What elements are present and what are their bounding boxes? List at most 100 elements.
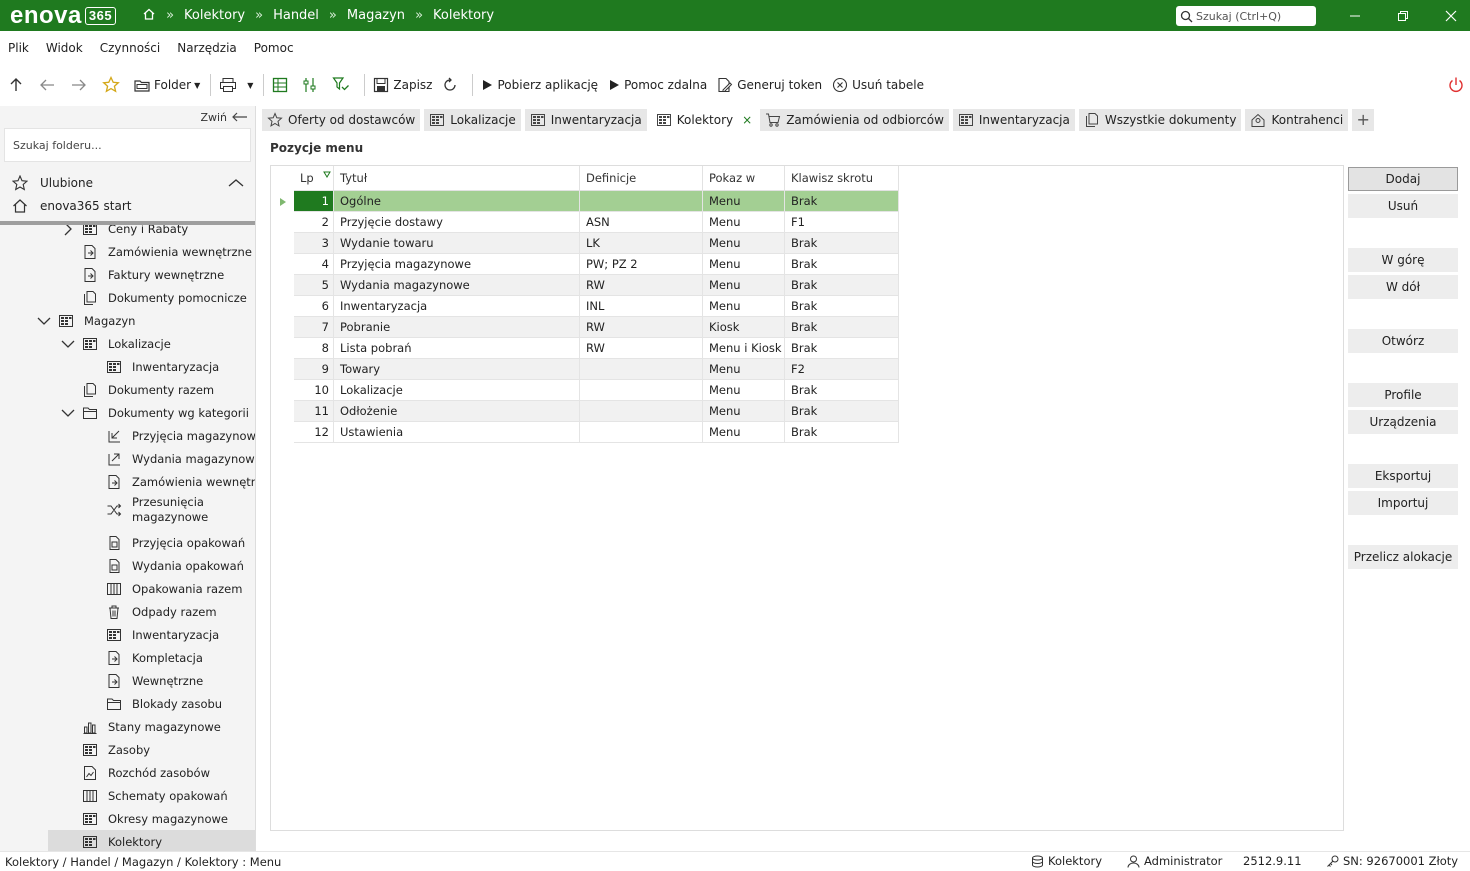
chevron-up-icon[interactable] <box>228 178 244 188</box>
up-button[interactable] <box>8 72 28 98</box>
table-cell-show[interactable]: Menu <box>703 380 785 401</box>
column-header[interactable]: Lp <box>294 166 334 191</box>
menu-file[interactable]: Plik <box>8 41 29 55</box>
column-header[interactable]: Klawisz skrotu <box>785 166 899 191</box>
sidebar-item[interactable]: Wydania magazynowe <box>84 447 255 470</box>
recalc-allocations-button[interactable]: Przelicz alokacje <box>1348 545 1458 569</box>
table-cell-show[interactable]: Kiosk <box>703 317 785 338</box>
table-cell-def[interactable]: RW <box>580 275 703 296</box>
table-cell-lp[interactable]: 3 <box>294 233 334 254</box>
sidebar-item[interactable]: Dokumenty pomocnicze <box>60 286 247 309</box>
table-cell-lp[interactable]: 2 <box>294 212 334 233</box>
status-user[interactable]: Administrator <box>1127 854 1222 868</box>
favorite-button[interactable] <box>102 72 124 98</box>
move-down-button[interactable]: W dół <box>1348 275 1458 299</box>
app-logo[interactable]: enova 365 <box>10 2 117 30</box>
chevron-down-icon[interactable] <box>36 316 52 326</box>
sidebar-item[interactable]: Przyjęcia magazynowe <box>84 424 255 447</box>
table-cell-def[interactable]: INL <box>580 296 703 317</box>
table-cell-title[interactable]: Lokalizacje <box>334 380 580 401</box>
sidebar-item[interactable]: Kolektory <box>48 830 255 851</box>
tab-1[interactable]: Lokalizacje <box>424 108 521 131</box>
move-up-button[interactable]: W górę <box>1348 248 1458 272</box>
filter-button[interactable] <box>332 72 354 98</box>
tab-7[interactable]: Kontrahenci <box>1245 108 1349 131</box>
tab-close-icon[interactable]: × <box>742 113 752 127</box>
table-row[interactable]: 4 Przyjęcia magazynowe PW; PZ 2 Menu Brak <box>271 254 899 275</box>
download-app-button[interactable]: Pobierz aplikację <box>481 72 598 98</box>
table-cell-show[interactable]: Menu <box>703 296 785 317</box>
breadcrumb-item[interactable]: Kolektory <box>433 8 494 23</box>
status-database[interactable]: Kolektory <box>1031 854 1102 868</box>
sidebar-item[interactable]: Schematy opakowań <box>60 784 228 807</box>
minimize-button[interactable] <box>1332 0 1378 31</box>
table-cell-lp[interactable]: 10 <box>294 380 334 401</box>
favorites-item[interactable]: Ulubione <box>0 171 255 194</box>
table-cell-title[interactable]: Ustawienia <box>334 422 580 443</box>
table-cell-show[interactable]: Menu <box>703 212 785 233</box>
back-button[interactable] <box>38 72 60 98</box>
table-row[interactable]: 9 Towary Menu F2 <box>271 359 899 380</box>
tab-2[interactable]: Inwentaryzacja <box>524 108 647 131</box>
sidebar-item[interactable]: Stany magazynowe <box>60 715 221 738</box>
sidebar-item[interactable]: Zasoby <box>60 738 150 761</box>
table-cell-key[interactable]: F1 <box>785 212 899 233</box>
sidebar-item[interactable]: Inwentaryzacja <box>84 355 219 378</box>
sidebar-item[interactable]: Inwentaryzacja <box>84 623 219 646</box>
tab-4[interactable]: Zamówienia od odbiorców <box>760 108 949 131</box>
sidebar-item[interactable]: Ceny i Rabaty <box>60 225 188 240</box>
chevron-down-icon[interactable]: ▼ <box>247 81 253 90</box>
table-row[interactable]: 5 Wydania magazynowe RW Menu Brak <box>271 275 899 296</box>
menu-help[interactable]: Pomoc <box>254 41 294 55</box>
table-cell-title[interactable]: Wydanie towaru <box>334 233 580 254</box>
table-cell-show[interactable]: Menu <box>703 401 785 422</box>
sidebar-item[interactable]: Wewnętrzne <box>84 669 203 692</box>
table-cell-show[interactable]: Menu <box>703 359 785 380</box>
add-button[interactable]: Dodaj <box>1348 167 1458 191</box>
remove-button[interactable]: Usuń <box>1348 194 1458 218</box>
close-button[interactable] <box>1428 0 1470 31</box>
table-cell-def[interactable] <box>580 359 703 380</box>
grid-view-button[interactable] <box>272 72 292 98</box>
table-cell-title[interactable]: Wydania magazynowe <box>334 275 580 296</box>
tab-3[interactable]: Kolektory <box>650 108 739 131</box>
sidebar-item[interactable]: Przesunięcia magazynowe <box>84 493 208 527</box>
sidebar-item[interactable]: Odpady razem <box>84 600 217 623</box>
folder-dropdown[interactable]: Folder ▼ <box>134 72 200 98</box>
table-cell-def[interactable]: RW <box>580 317 703 338</box>
table-cell-title[interactable]: Inwentaryzacja <box>334 296 580 317</box>
column-header[interactable]: Tytuł <box>334 166 580 191</box>
table-row[interactable]: 11 Odłożenie Menu Brak <box>271 401 899 422</box>
table-cell-title[interactable]: Odłożenie <box>334 401 580 422</box>
folder-search-input[interactable]: Szukaj folderu... <box>4 128 251 162</box>
chevron-down-icon[interactable] <box>60 339 76 349</box>
table-row[interactable]: 12 Ustawienia Menu Brak <box>271 422 899 443</box>
table-cell-def[interactable]: LK <box>580 233 703 254</box>
power-button[interactable] <box>1447 72 1469 98</box>
table-cell-def[interactable]: ASN <box>580 212 703 233</box>
table-cell-key[interactable]: Brak <box>785 254 899 275</box>
table-cell-show[interactable]: Menu <box>703 254 785 275</box>
menu-tools[interactable]: Narzędzia <box>177 41 237 55</box>
settings-button[interactable] <box>302 72 322 98</box>
table-cell-lp[interactable]: 6 <box>294 296 334 317</box>
sidebar-item[interactable]: Dokumenty razem <box>60 378 214 401</box>
table-cell-title[interactable]: Pobranie <box>334 317 580 338</box>
devices-button[interactable]: Urządzenia <box>1348 410 1458 434</box>
table-cell-key[interactable]: Brak <box>785 191 899 212</box>
sidebar-item[interactable]: Lokalizacje <box>60 332 171 355</box>
table-row[interactable]: 1 Ogólne Menu Brak <box>271 191 899 212</box>
chevron-down-icon[interactable] <box>60 408 76 418</box>
global-search-input[interactable]: Szukaj (Ctrl+Q) <box>1176 6 1316 26</box>
open-button[interactable]: Otwórz <box>1348 329 1458 353</box>
menu-actions[interactable]: Czynności <box>100 41 161 55</box>
sidebar-item[interactable]: Kompletacja <box>84 646 203 669</box>
table-cell-lp[interactable]: 7 <box>294 317 334 338</box>
sidebar-item[interactable]: Okresy magazynowe <box>60 807 228 830</box>
table-cell-key[interactable]: Brak <box>785 233 899 254</box>
breadcrumb-item[interactable]: Handel <box>273 8 319 23</box>
sidebar-item[interactable]: Wydania opakowań <box>84 554 244 577</box>
delete-tables-button[interactable]: Usuń tabele <box>832 72 924 98</box>
table-cell-key[interactable]: Brak <box>785 401 899 422</box>
sidebar-item[interactable]: Magazyn <box>36 309 135 332</box>
